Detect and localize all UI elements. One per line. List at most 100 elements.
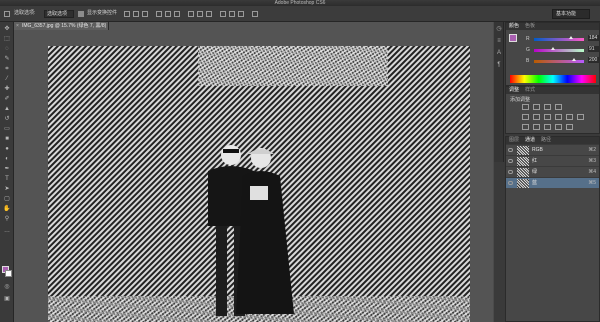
eye-icon[interactable] xyxy=(508,159,513,163)
brush-tool-icon[interactable]: ✐ xyxy=(3,96,11,102)
close-icon[interactable]: × xyxy=(16,22,19,30)
background-color-swatch[interactable] xyxy=(5,270,12,277)
tab-color[interactable]: 颜色 xyxy=(509,23,519,29)
slider-knob[interactable] xyxy=(551,47,555,50)
green-slider[interactable] xyxy=(534,47,584,52)
tab-layers[interactable]: 图层 xyxy=(509,137,519,143)
character-icon[interactable]: A xyxy=(495,50,503,57)
channel-row-blue[interactable]: 蓝 ⌘5 xyxy=(506,177,599,188)
blue-slider[interactable] xyxy=(534,58,584,63)
tab-channels[interactable]: 通道 xyxy=(525,137,535,143)
lasso-tool-icon[interactable]: ◌ xyxy=(3,46,11,52)
eye-icon[interactable] xyxy=(508,170,513,174)
foreground-color-swatch[interactable] xyxy=(509,34,517,42)
distribute-left-icon[interactable] xyxy=(220,11,226,17)
checkbox-icon[interactable] xyxy=(78,11,84,17)
gradient-map-icon[interactable] xyxy=(555,124,562,130)
photoshop-window: Adobe Photoshop CS6 选取选项: 选取选项 显示变换控件 基本… xyxy=(0,0,600,322)
image-canvas[interactable] xyxy=(48,46,470,322)
dodge-tool-icon[interactable]: ◐ xyxy=(3,156,11,162)
distribute-top-icon[interactable] xyxy=(188,11,194,17)
path-select-icon[interactable]: ➤ xyxy=(3,186,11,192)
crop-tool-icon[interactable]: ⌗ xyxy=(3,66,11,72)
document-tab[interactable]: × IMG_6357.jpg @ 15.7% (绿色 7, 黑/8) xyxy=(14,22,109,30)
selective-color-icon[interactable] xyxy=(566,124,573,130)
align-middle-icon[interactable] xyxy=(133,11,139,17)
type-tool-icon[interactable]: T xyxy=(3,176,11,182)
paragraph-icon[interactable]: ¶ xyxy=(495,62,503,69)
tab-styles[interactable]: 样式 xyxy=(525,87,535,93)
color-panel: 颜色 色板 R 184 G 91 B 200 xyxy=(505,22,600,86)
black-white-icon[interactable] xyxy=(555,114,562,120)
channel-thumbnail xyxy=(517,146,529,155)
channel-row-green[interactable]: 绿 ⌘4 xyxy=(506,166,599,177)
vibrance-icon[interactable] xyxy=(522,114,529,120)
distribute-middle-icon[interactable] xyxy=(197,11,203,17)
align-left-icon[interactable] xyxy=(156,11,162,17)
marquee-tool-icon[interactable]: ⬚ xyxy=(3,36,11,42)
exposure-icon[interactable] xyxy=(555,104,562,110)
blur-tool-icon[interactable]: ● xyxy=(3,146,11,152)
channel-name: 绿 xyxy=(532,169,538,175)
channel-thumbnail xyxy=(517,157,529,166)
auto-align-icon[interactable] xyxy=(252,11,258,17)
gradient-tool-icon[interactable]: ■ xyxy=(3,136,11,142)
tab-paths[interactable]: 路径 xyxy=(541,137,551,143)
move-tool-icon[interactable]: ✥ xyxy=(3,26,11,32)
slider-knob[interactable] xyxy=(572,58,576,61)
align-bottom-icon[interactable] xyxy=(142,11,148,17)
screen-mode-icon[interactable]: ▣ xyxy=(3,296,11,302)
photo-filter-icon[interactable] xyxy=(566,114,573,120)
history-icon[interactable]: ◷ xyxy=(495,26,503,33)
mode-select[interactable]: 选取选项 xyxy=(44,10,74,18)
hue-saturation-icon[interactable] xyxy=(533,114,540,120)
blue-value[interactable]: 200 xyxy=(588,57,600,63)
color-balance-icon[interactable] xyxy=(544,114,551,120)
green-value[interactable]: 91 xyxy=(588,46,600,52)
panel-dock: ◷ ≡ A ¶ xyxy=(494,22,504,162)
zoom-tool-icon[interactable]: ⚲ xyxy=(3,216,11,222)
clone-stamp-icon[interactable]: ▲ xyxy=(3,106,11,112)
eye-icon[interactable] xyxy=(508,148,513,152)
blue-label: B xyxy=(526,58,530,64)
eraser-tool-icon[interactable]: ▭ xyxy=(3,126,11,132)
align-center-icon[interactable] xyxy=(165,11,171,17)
healing-brush-icon[interactable]: ✚ xyxy=(3,86,11,92)
threshold-icon[interactable] xyxy=(544,124,551,130)
slider-knob[interactable] xyxy=(569,36,573,39)
curves-icon[interactable] xyxy=(544,104,551,110)
channel-mixer-icon[interactable] xyxy=(577,114,584,120)
workspace-switcher[interactable]: 基本功能 xyxy=(552,9,590,19)
move-tool-icon[interactable] xyxy=(4,11,10,17)
levels-icon[interactable] xyxy=(533,104,540,110)
document-title: IMG_6357.jpg @ 15.7% (绿色 7, 黑/8) xyxy=(22,23,107,29)
align-top-icon[interactable] xyxy=(124,11,130,17)
eye-icon[interactable] xyxy=(508,181,513,185)
distribute-right-icon[interactable] xyxy=(238,11,244,17)
hand-tool-icon[interactable]: ✋ xyxy=(3,206,11,212)
align-right-icon[interactable] xyxy=(174,11,180,17)
pen-tool-icon[interactable]: ✒ xyxy=(3,166,11,172)
properties-icon[interactable]: ≡ xyxy=(495,38,503,45)
distribute-bottom-icon[interactable] xyxy=(206,11,212,17)
adjustment-icons xyxy=(520,103,586,133)
eyedropper-tool-icon[interactable]: ⁄ xyxy=(3,76,11,82)
posterize-icon[interactable] xyxy=(533,124,540,130)
shape-tool-icon[interactable]: ▢ xyxy=(3,196,11,202)
history-brush-icon[interactable]: ↺ xyxy=(3,116,11,122)
color-spectrum[interactable] xyxy=(510,75,596,83)
distribute-center-icon[interactable] xyxy=(229,11,235,17)
invert-icon[interactable] xyxy=(522,124,529,130)
tab-swatches[interactable]: 色板 xyxy=(525,23,535,29)
channel-shortcut: ⌘2 xyxy=(588,147,596,153)
brightness-icon[interactable] xyxy=(522,104,529,110)
channel-row-red[interactable]: 红 ⌘3 xyxy=(506,155,599,166)
quick-select-tool-icon[interactable]: ✎ xyxy=(3,56,11,62)
channel-row-rgb[interactable]: RGB ⌘2 xyxy=(506,144,599,155)
red-slider[interactable] xyxy=(534,36,584,41)
tab-adjustments[interactable]: 调整 xyxy=(509,87,519,93)
halftone-photo xyxy=(48,46,470,322)
quick-mask-icon[interactable]: ◎ xyxy=(3,284,11,290)
red-value[interactable]: 184 xyxy=(588,35,600,41)
more-tools-icon[interactable]: … xyxy=(3,228,11,234)
